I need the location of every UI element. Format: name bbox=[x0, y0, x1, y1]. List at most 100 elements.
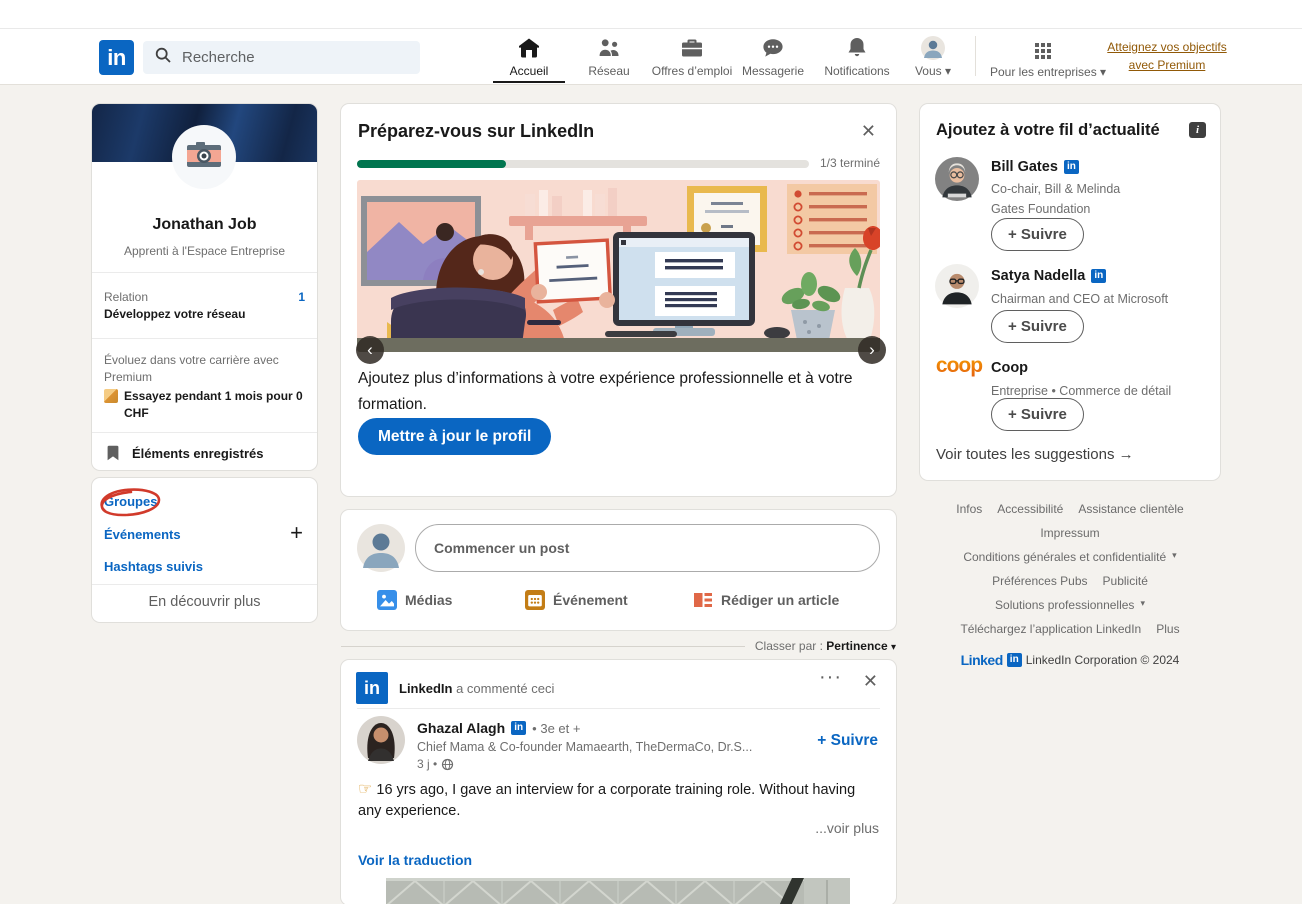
linkedin-page-logo[interactable]: in bbox=[356, 672, 388, 704]
footer-link[interactable]: Assistance clientèle bbox=[1078, 502, 1183, 516]
post-author-avatar[interactable] bbox=[357, 716, 405, 769]
add-event-button[interactable]: + bbox=[290, 520, 303, 546]
for-business-menu[interactable]: Pour les entreprises ▾ bbox=[990, 34, 1096, 79]
linkedin-logo[interactable]: in bbox=[99, 40, 134, 75]
footer-link[interactable]: Infos bbox=[956, 502, 982, 516]
divider bbox=[357, 708, 880, 709]
briefcase-icon bbox=[649, 36, 735, 62]
coop-logo[interactable]: coop bbox=[933, 354, 985, 378]
profile-photo-placeholder[interactable] bbox=[172, 125, 236, 189]
carousel-prev-button[interactable]: ‹ bbox=[356, 336, 384, 364]
suggestions-title: Ajoutez à votre fil d’actualité bbox=[936, 121, 1160, 140]
progress-bar bbox=[357, 160, 809, 168]
nav-messaging[interactable]: Messagerie bbox=[735, 29, 811, 83]
discover-more-link[interactable]: En découvrir plus bbox=[92, 594, 317, 610]
feed-sort-row: Classer par : Pertinence ▾ bbox=[341, 638, 896, 656]
post-timestamp: 3 j • bbox=[417, 757, 454, 771]
relation-count[interactable]: 1 bbox=[298, 290, 305, 304]
suggestion-avatar-bill-gates[interactable] bbox=[935, 157, 979, 206]
home-icon bbox=[489, 36, 569, 62]
suggestion-name[interactable]: Coop bbox=[991, 360, 1028, 376]
sort-selector[interactable]: Classer par : Pertinence ▾ bbox=[755, 639, 896, 653]
chevron-down-icon: ▾ bbox=[891, 642, 896, 653]
grow-network-label[interactable]: Développez votre réseau bbox=[104, 307, 245, 321]
carousel-next-button[interactable]: › bbox=[858, 336, 886, 364]
info-icon[interactable]: i bbox=[1189, 122, 1206, 138]
sidebar-item-events[interactable]: Événements bbox=[104, 527, 181, 542]
search-box[interactable] bbox=[143, 41, 420, 74]
premium-upsell-link[interactable]: Atteignez vos objectifs avec Premium bbox=[1104, 38, 1230, 74]
suggestion-headline: Co-chair, Bill & Melinda Gates Foundatio… bbox=[991, 179, 1156, 219]
composer-avatar[interactable] bbox=[357, 524, 405, 577]
relation-label[interactable]: Relation bbox=[104, 290, 148, 304]
follow-coop-button[interactable]: + Suivre bbox=[991, 398, 1084, 431]
footer-link[interactable]: Plus bbox=[1156, 622, 1179, 636]
post-dismiss-icon[interactable]: ✕ bbox=[863, 672, 878, 690]
linkedin-wordmark: Linked bbox=[961, 652, 1003, 668]
post-text: ☞ 16 yrs ago, I gave an interview for a … bbox=[358, 779, 880, 822]
nav-home[interactable]: Accueil bbox=[489, 29, 569, 83]
search-icon bbox=[155, 47, 171, 68]
suggestion-headline: Chairman and CEO at Microsoft bbox=[991, 289, 1181, 309]
grid-icon bbox=[1035, 43, 1052, 60]
footer-brand: Linked in LinkedIn Corporation © 2024 bbox=[930, 652, 1210, 668]
chat-icon bbox=[735, 36, 811, 62]
nav-notifications[interactable]: Notifications bbox=[811, 29, 903, 83]
progress-label: 1/3 terminé bbox=[820, 156, 880, 170]
start-post-input[interactable]: Commencer un post bbox=[415, 524, 880, 572]
divider bbox=[92, 272, 317, 273]
footer-link[interactable]: Impressum bbox=[1040, 526, 1099, 540]
post-image[interactable] bbox=[386, 878, 850, 904]
saved-items-link[interactable]: Éléments enregistrés bbox=[104, 444, 264, 462]
premium-icon bbox=[104, 389, 118, 403]
nav-network[interactable]: Réseau bbox=[569, 29, 649, 83]
suggestion-name[interactable]: Bill Gates in bbox=[991, 159, 1079, 175]
bookmark-icon bbox=[104, 444, 122, 462]
post-menu-icon[interactable]: ··· bbox=[819, 668, 842, 686]
premium-try-link[interactable]: Essayez pendant 1 mois pour 0 CHF bbox=[104, 388, 304, 422]
close-icon[interactable]: ✕ bbox=[861, 122, 876, 140]
footer-link[interactable]: Solutions professionnelles bbox=[995, 598, 1134, 612]
calendar-icon bbox=[525, 590, 545, 610]
divider bbox=[92, 584, 317, 585]
update-profile-button[interactable]: Mettre à jour le profil bbox=[358, 418, 551, 455]
media-button[interactable]: Médias bbox=[377, 590, 452, 610]
post-context: LinkedIn a commenté ceci bbox=[399, 681, 554, 696]
media-icon bbox=[377, 590, 397, 610]
footer-link[interactable]: Conditions générales et confidentialité bbox=[963, 550, 1166, 564]
linkedin-home-page: in Accueil Réseau Offres d’emploi Messag… bbox=[0, 0, 1302, 904]
suggestion-name[interactable]: Satya Nadella in bbox=[991, 268, 1106, 284]
footer-link[interactable]: Publicité bbox=[1103, 574, 1148, 588]
see-all-suggestions-link[interactable]: Voir toutes les suggestions → bbox=[936, 446, 1134, 463]
suggestions-card: Ajoutez à votre fil d’actualité i Bill G… bbox=[920, 104, 1220, 480]
nav-me[interactable]: Vous ▾ bbox=[903, 29, 963, 83]
follow-satya-nadella-button[interactable]: + Suivre bbox=[991, 310, 1084, 343]
top-strip bbox=[0, 0, 1302, 29]
network-icon bbox=[569, 36, 649, 62]
nav-jobs[interactable]: Offres d’emploi bbox=[649, 29, 735, 83]
follow-button[interactable]: + Suivre bbox=[817, 732, 878, 750]
sidebar-item-groups[interactable]: Groupes bbox=[104, 494, 157, 509]
follow-bill-gates-button[interactable]: + Suivre bbox=[991, 218, 1084, 251]
bell-icon bbox=[811, 36, 903, 62]
footer-link[interactable]: Préférences Pubs bbox=[992, 574, 1087, 588]
profile-name[interactable]: Jonathan Job bbox=[92, 216, 317, 234]
divider bbox=[341, 646, 745, 647]
shortcuts-card: Groupes Événements + Hashtags suivis En … bbox=[92, 478, 317, 622]
divider bbox=[92, 432, 317, 433]
article-icon bbox=[693, 590, 713, 610]
globe-icon bbox=[441, 758, 454, 771]
sidebar-item-hashtags[interactable]: Hashtags suivis bbox=[104, 559, 203, 574]
translate-link[interactable]: Voir la traduction bbox=[358, 852, 472, 868]
write-article-button[interactable]: Rédiger un article bbox=[693, 590, 839, 610]
see-more-link[interactable]: ...voir plus bbox=[815, 820, 879, 836]
post-author-name[interactable]: Ghazal Alagh in • 3e et + bbox=[417, 720, 580, 736]
footer-link[interactable]: Téléchargez l’application LinkedIn bbox=[960, 622, 1141, 636]
suggestion-avatar-satya-nadella[interactable] bbox=[935, 264, 979, 313]
search-input[interactable] bbox=[180, 48, 384, 67]
event-button[interactable]: Événement bbox=[525, 590, 628, 610]
premium-hint: Évoluez dans votre carrière avec Premium bbox=[104, 352, 299, 386]
onboarding-illustration bbox=[357, 180, 880, 352]
linkedin-badge-icon: in bbox=[1064, 160, 1079, 174]
footer-link[interactable]: Accessibilité bbox=[997, 502, 1063, 516]
